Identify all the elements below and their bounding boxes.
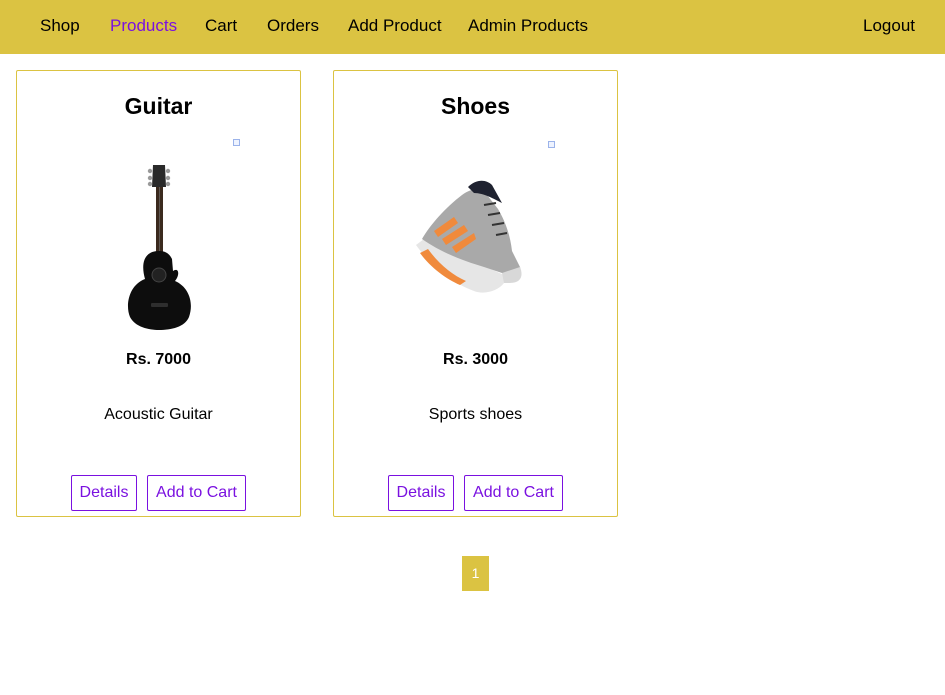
product-description: Sports shoes xyxy=(428,406,523,423)
shoe-image xyxy=(334,133,617,348)
add-to-cart-button[interactable]: Add to Cart xyxy=(464,475,563,511)
product-price: Rs. 3000 xyxy=(443,351,508,368)
top-navbar: Shop Products Cart Orders Add Product Ad… xyxy=(0,0,945,54)
shoe-icon xyxy=(416,180,522,293)
guitar-icon xyxy=(127,165,191,330)
nav-products[interactable]: Products xyxy=(110,16,177,36)
product-title: Guitar xyxy=(124,93,193,119)
nav-add-product[interactable]: Add Product xyxy=(348,16,442,36)
nav-orders[interactable]: Orders xyxy=(267,16,319,36)
nav-shop[interactable]: Shop xyxy=(40,16,80,36)
broken-image-icon xyxy=(548,141,555,148)
details-button[interactable]: Details xyxy=(388,475,454,511)
product-card-shoes: Shoes Rs. 3000 Sports shoes Details Add … xyxy=(333,70,618,517)
product-card-guitar: Guitar Rs. 7000 Acoustic Guitar Details … xyxy=(16,70,301,517)
add-to-cart-button[interactable]: Add to Cart xyxy=(147,475,246,511)
nav-cart[interactable]: Cart xyxy=(205,16,237,36)
guitar-image xyxy=(17,133,300,348)
logout-button[interactable]: Logout xyxy=(863,16,915,36)
product-title: Shoes xyxy=(440,93,511,119)
broken-image-icon xyxy=(233,139,240,146)
nav-admin-products[interactable]: Admin Products xyxy=(468,16,588,36)
details-button[interactable]: Details xyxy=(71,475,137,511)
product-description: Acoustic Guitar xyxy=(104,406,213,423)
product-price: Rs. 7000 xyxy=(126,351,191,368)
pagination-page-1[interactable]: 1 xyxy=(462,556,489,591)
